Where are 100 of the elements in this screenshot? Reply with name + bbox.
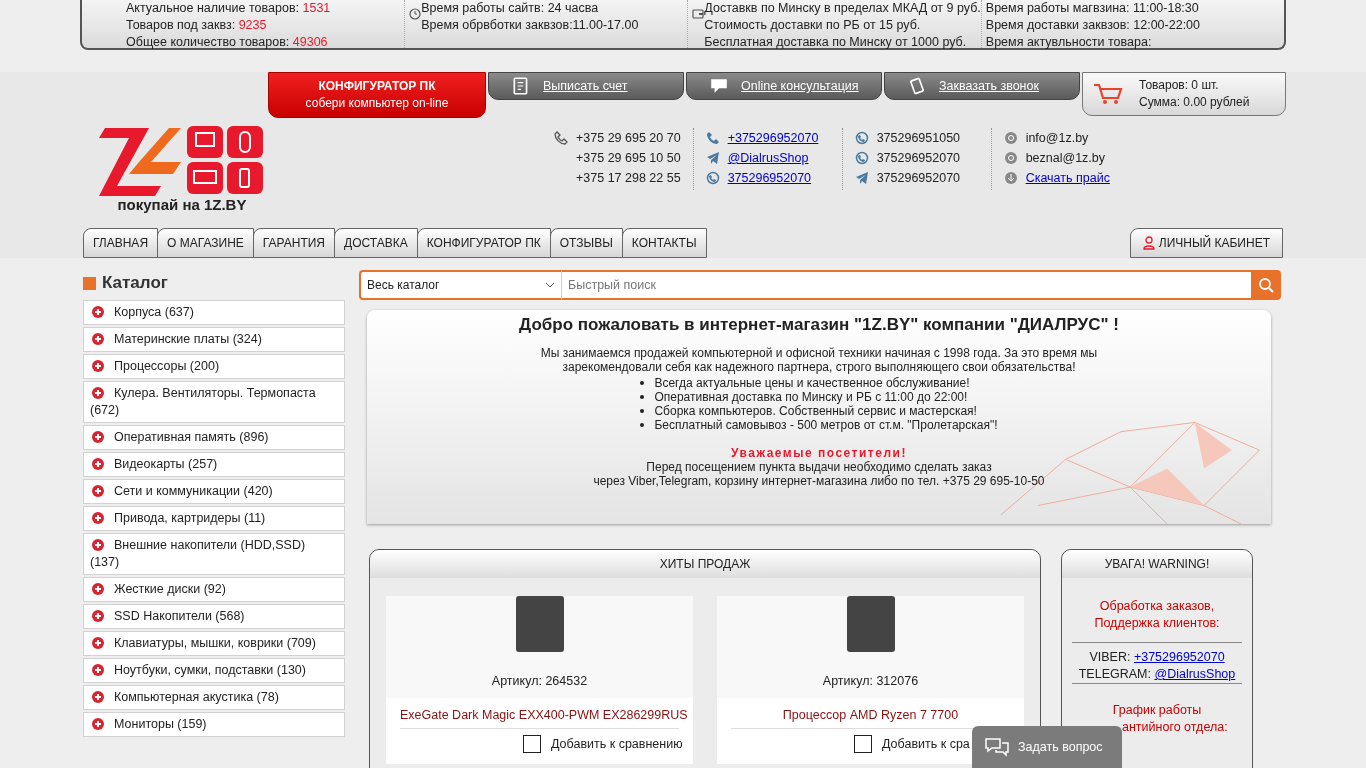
bullet-icon [640, 381, 645, 385]
clock-icon [409, 8, 422, 20]
welcome-title: Добро пожаловать в интернет-магазин "1Z.BY" компании "ДИАЛРУС" ! [518, 318, 1120, 332]
catalog-item[interactable]: Клавиатуры, мышки, коврики (709) [83, 631, 345, 656]
category-select[interactable]: Весь каталог [359, 270, 562, 300]
phone-icon [907, 76, 927, 96]
cart-count: Товаров: 0 шт. [1139, 77, 1220, 94]
catalog-item[interactable]: Привода, картридеры (11) [83, 506, 345, 531]
bullet-icon [640, 423, 645, 427]
bullet-icon [640, 395, 645, 399]
messenger-label: VIBER: [1089, 650, 1131, 664]
plus-icon [92, 512, 104, 524]
contact-text: 375296952070 [876, 170, 961, 187]
product-link[interactable]: Процессор AMD Ryzen 7 7700 [782, 708, 959, 722]
catalog-item[interactable]: SSD Накопители (568) [83, 604, 345, 629]
wallet-icon [692, 8, 705, 20]
welcome-text: Мы занимаемся продажей компьютерной и офисной техники начиная с 1998 года. За это время мы зарекомендовали себя как надежного партнера, строго выполняющего свои обязательства! [539, 346, 1099, 374]
nav-tab[interactable]: ГАРАНТИЯ [252, 228, 336, 258]
download-icon [1003, 171, 1018, 185]
plus-icon [92, 333, 104, 345]
plus-icon [92, 360, 104, 372]
contact-text: 375296951050 [876, 130, 961, 147]
phone-icon [554, 131, 568, 145]
contact-text: +375 29 695 10 50 [576, 150, 681, 167]
header-tab[interactable]: Online консультация [686, 72, 882, 100]
contact-link[interactable]: 375296952070 [727, 168, 812, 188]
contact-text: 375296952070 [876, 150, 961, 167]
chevron-down-icon [545, 282, 555, 288]
product-article: Артикул: 312076 [821, 674, 920, 688]
nav-tab[interactable]: КОНФИГУРАТОР ПК [416, 228, 551, 258]
messenger-link[interactable]: +375296952070 [1133, 650, 1225, 664]
product-link[interactable]: ExeGate Dark Magic EXX400-PWM EX286299RUS [400, 708, 688, 722]
warning-heading: антийного отдела: [1122, 720, 1228, 734]
feature-text: Сборка компьютеров. Собственный сервис и мастерская! [654, 404, 977, 418]
warning-heading: Обработка заказов, Поддержка клиентов: [1093, 598, 1221, 632]
compare-checkbox[interactable] [523, 735, 541, 753]
user-icon [1142, 236, 1155, 250]
catalog-item[interactable]: Видеокарты (257) [83, 452, 345, 477]
messenger-link[interactable]: @DialrusShop [1154, 667, 1236, 681]
plus-icon [92, 458, 104, 470]
contact-link[interactable]: @DialrusShop [727, 148, 809, 168]
info-text: Время актувльности товара: [985, 34, 1153, 51]
nav-tab[interactable]: О МАГАЗИНЕ [157, 228, 254, 258]
info-text: Актуальное нaличие товаров: 1531 [126, 0, 331, 17]
ask-question-button[interactable]: Задать вопрос [972, 726, 1122, 768]
catalog-item[interactable]: Кулера. Вентиляторы. Термопаста (672) [83, 381, 345, 423]
compare-label: Добавить к сравнению [551, 737, 683, 751]
plus-icon [92, 637, 104, 649]
contact-text: +375 29 695 20 70 [576, 130, 681, 147]
search-icon [1258, 277, 1274, 293]
catalog-title: Каталог [102, 273, 168, 293]
contact-text: beznal@1z.by [1025, 150, 1106, 167]
contact-link[interactable]: +375296952070 [727, 128, 819, 148]
feature-text: Всегда актуальные цены и качественное обслуживание! [654, 376, 970, 390]
warning-heading: График работы [1112, 703, 1202, 717]
catalog-item[interactable]: Оперативная память (896) [83, 425, 345, 450]
compare-label: Добавить к сра [882, 737, 970, 751]
catalog-item[interactable]: Компьютерная акустика (78) [83, 685, 345, 710]
nav-tab[interactable]: ОТЗЫВЫ [549, 228, 623, 258]
whatsapp-icon [705, 171, 720, 185]
logo-tagline: покупай на 1Z.BY [117, 196, 247, 213]
info-text: Время доставки заквзов: 12:00-22:00 [985, 17, 1200, 34]
catalog-item[interactable]: Мониторы (159) [83, 712, 345, 737]
info-text: Время работы магвзина: 11:00-18:30 [985, 0, 1200, 17]
panel-title: ХИТЫ ПРОДАЖ [370, 550, 1040, 578]
catalog-item[interactable]: Процессоры (200) [83, 354, 345, 379]
notice-title: Уважаемые посетители! [731, 446, 907, 460]
contact-text: info@1z.by [1025, 130, 1089, 147]
info-text: Стоимость доставки по РБ от 15 руб. [704, 17, 922, 34]
plus-icon [92, 691, 104, 703]
compare-checkbox[interactable] [854, 735, 872, 753]
configurator-button[interactable]: КОНФИГУРАТОР ПК собери компьютер on-line [268, 72, 486, 118]
nav-tab[interactable]: КОНТАКТЫ [621, 228, 707, 258]
info-text: Доставкв по Минску в пределах МКАД от 9 руб. [704, 0, 981, 17]
catalog-item[interactable]: Ноутбуки, сумки, подставки (130) [83, 658, 345, 683]
catalog-icon [83, 276, 96, 290]
info-text: Товаров под заквз: 9235 [126, 17, 268, 34]
info-text: Время работы сайтв: 24 часва [421, 0, 600, 17]
notice-text: Перед посещением пункта выдачи необходимо сделать заказ [646, 460, 992, 474]
catalog-item[interactable]: Жесткие диски (92) [83, 577, 345, 602]
contact-link[interactable]: Скачать прайс [1025, 168, 1110, 188]
catalog-item[interactable]: Внешние накопители (HDD,SSD) (137) [83, 533, 345, 575]
bullet-icon [640, 409, 645, 413]
nav-tab[interactable]: ДОСТАВКА [334, 228, 418, 258]
email-icon [1003, 151, 1018, 165]
search-field[interactable]: Быстрый поиск [562, 270, 1251, 300]
catalog-item[interactable]: Сети и коммуникации (420) [83, 479, 345, 504]
feature-text: Бесплатный самовывоз - 500 метров от ст.м. "Пролетарская"! [654, 418, 998, 432]
header-tab[interactable]: Заквазать звонок [884, 72, 1080, 100]
plus-icon [92, 664, 104, 676]
whatsapp-icon [854, 131, 869, 145]
account-tab[interactable]: ЛИЧНЫЙ КАБИНЕТ [1129, 228, 1283, 258]
catalog-item[interactable]: Корпуса (637) [83, 300, 345, 325]
catalog-item[interactable]: Материнские платы (324) [83, 327, 345, 352]
header-tab[interactable]: Выписать счет [488, 72, 684, 100]
nav-tab[interactable]: ГЛАВНАЯ [83, 228, 159, 258]
plus-icon [92, 387, 104, 399]
cart-panel[interactable]: Товаров: 0 шт. Сумма: 0.00 рублей [1082, 72, 1286, 116]
search-button[interactable] [1251, 270, 1281, 300]
telegram-icon [854, 171, 869, 185]
